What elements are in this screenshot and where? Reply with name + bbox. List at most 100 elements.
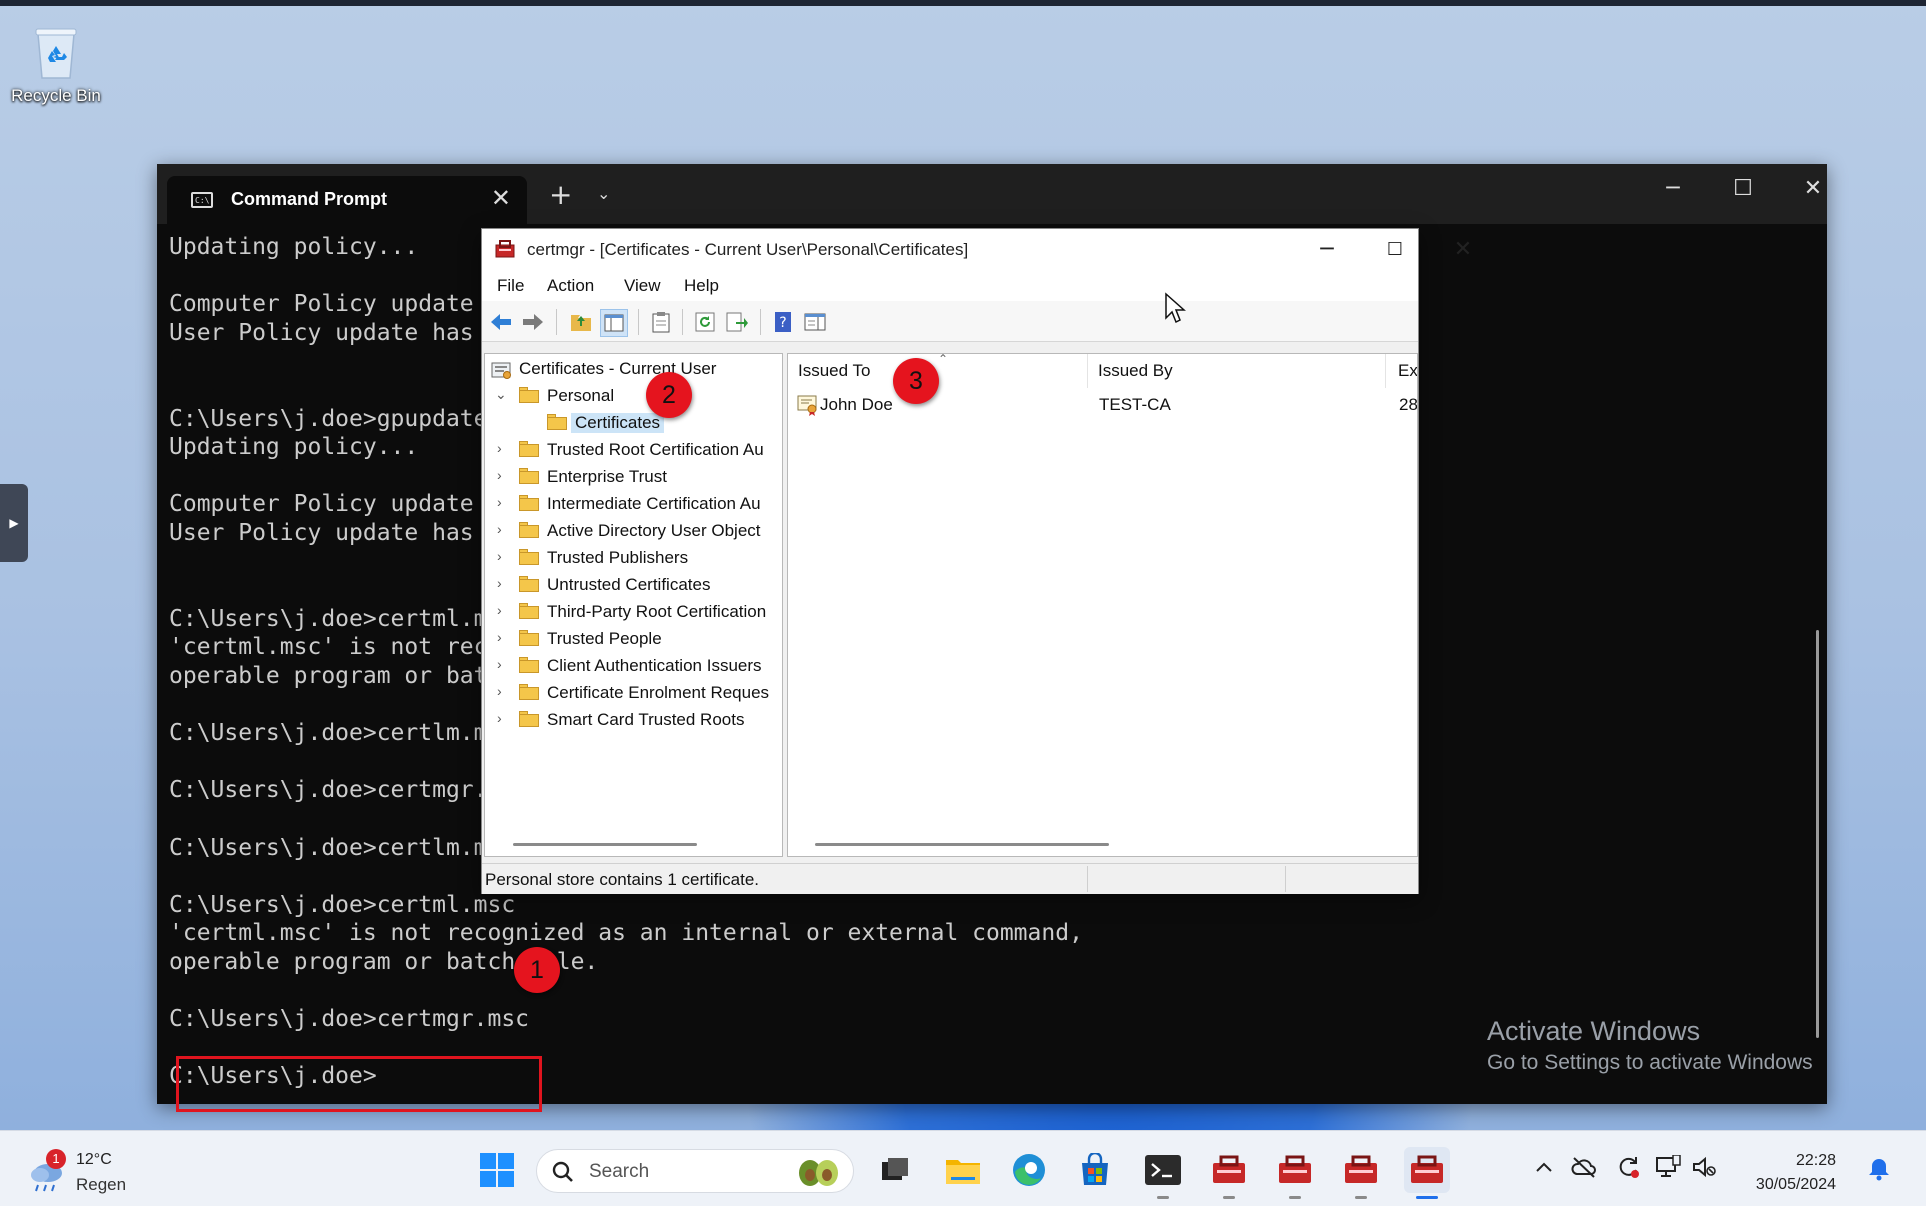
folder-icon xyxy=(519,711,539,727)
tree-item-store[interactable]: › Active Directory User Object xyxy=(485,518,782,544)
certmgr-titlebar[interactable]: certmgr - [Certificates - Current User\P… xyxy=(482,229,1472,271)
certmgr-taskbar-icon-1[interactable] xyxy=(1206,1147,1252,1199)
certmgr-taskbar-icon-2[interactable] xyxy=(1272,1147,1318,1199)
clipboard-icon[interactable] xyxy=(648,309,674,335)
chevron-right-icon[interactable]: › xyxy=(497,575,511,591)
tree-item-store[interactable]: › Enterprise Trust xyxy=(485,464,782,490)
tree-item-label: Personal xyxy=(547,386,615,405)
chevron-right-icon[interactable]: › xyxy=(497,710,511,726)
refresh-icon[interactable] xyxy=(692,309,718,335)
close-button[interactable]: ✕ xyxy=(1793,176,1833,201)
network-icon[interactable] xyxy=(1654,1153,1682,1181)
microsoft-store-icon[interactable] xyxy=(1072,1147,1118,1193)
tree-item-store[interactable]: › Trusted Publishers xyxy=(485,545,782,571)
menu-file[interactable]: File xyxy=(497,276,524,296)
tree-item-store[interactable]: › Smart Card Trusted Roots xyxy=(485,707,782,733)
step-marker-3: 3 xyxy=(893,358,939,404)
tab-dropdown-chevron-icon[interactable]: ⌄ xyxy=(597,184,610,203)
maximize-button[interactable]: ☐ xyxy=(1723,176,1763,201)
weather-alert-badge: 1 xyxy=(46,1149,66,1169)
start-button[interactable] xyxy=(474,1147,520,1193)
back-arrow-icon[interactable] xyxy=(488,309,514,335)
edge-browser-icon[interactable] xyxy=(1006,1147,1052,1193)
chevron-up-icon[interactable] xyxy=(1530,1153,1558,1181)
terminal-line: 'certml.msc' is not rec xyxy=(169,634,488,661)
recycle-bin-label: Recycle Bin xyxy=(11,86,101,105)
search-icon xyxy=(551,1160,575,1188)
chevron-right-icon[interactable]: › xyxy=(497,548,511,564)
chevron-right-icon[interactable]: › xyxy=(497,683,511,699)
new-tab-button[interactable]: + xyxy=(549,178,572,211)
tree-item-store[interactable]: › Client Authentication Issuers xyxy=(485,653,782,679)
cloud-offline-icon[interactable] xyxy=(1570,1153,1598,1181)
column-header-expiration[interactable]: Ex xyxy=(1386,354,1417,388)
activate-windows-watermark: Activate Windows Go to Settings to activ… xyxy=(1487,1016,1813,1075)
chevron-right-icon[interactable]: › xyxy=(497,494,511,510)
cell-issued-by: TEST-CA xyxy=(1099,395,1171,414)
tree-item-store[interactable]: › Trusted Root Certification Au xyxy=(485,437,782,463)
terminal-scrollbar[interactable] xyxy=(1816,630,1819,1038)
menu-help[interactable]: Help xyxy=(684,276,719,296)
terminal-line: 'certml.msc' is not recognized as an int… xyxy=(169,920,1083,947)
forward-arrow-icon[interactable] xyxy=(520,309,546,335)
taskbar-search[interactable]: Search xyxy=(536,1149,854,1193)
side-panel-handle[interactable]: ▶ xyxy=(0,484,28,562)
tree-item-store[interactable]: › Untrusted Certificates xyxy=(485,572,782,598)
tree-item-label: Third-Party Root Certification xyxy=(547,602,767,621)
list-horizontal-scrollbar[interactable] xyxy=(815,843,1109,846)
certmgr-close-button[interactable]: ✕ xyxy=(1438,233,1488,267)
tree-item-personal[interactable]: ⌄ Personal xyxy=(485,383,782,409)
tree-item-label: Trusted People xyxy=(547,629,662,648)
menu-view[interactable]: View xyxy=(624,276,661,296)
chevron-right-icon[interactable]: › xyxy=(497,521,511,537)
certmgr-minimize-button[interactable]: ─ xyxy=(1302,233,1352,267)
volume-muted-icon[interactable] xyxy=(1690,1153,1718,1181)
tab-command-prompt[interactable]: C:\ Command Prompt ✕ xyxy=(167,176,527,224)
certmgr-taskbar-icon-active[interactable] xyxy=(1404,1147,1450,1199)
up-folder-icon[interactable] xyxy=(568,309,594,335)
tree-item-certificates[interactable]: Certificates xyxy=(485,410,782,436)
show-hide-tree-icon[interactable] xyxy=(600,309,628,337)
search-placeholder: Search xyxy=(589,1161,650,1182)
certmgr-taskbar-icon-3[interactable] xyxy=(1338,1147,1384,1199)
terminal-app-icon[interactable] xyxy=(1140,1147,1186,1199)
folder-icon xyxy=(519,549,539,565)
column-header-issued-by[interactable]: Issued By xyxy=(1088,354,1386,388)
file-explorer-icon[interactable] xyxy=(940,1147,986,1193)
tree-item-store[interactable]: › Third-Party Root Certification xyxy=(485,599,782,625)
chevron-right-icon[interactable]: › xyxy=(497,602,511,618)
help-icon[interactable]: ? xyxy=(770,309,796,335)
export-list-icon[interactable] xyxy=(724,309,750,335)
system-clock[interactable]: 22:28 30/05/2024 xyxy=(1754,1149,1836,1197)
chevron-right-icon[interactable]: › xyxy=(497,629,511,645)
tree-item-certificates-current-user[interactable]: Certificates - Current User xyxy=(485,356,782,382)
certmgr-maximize-button[interactable]: ☐ xyxy=(1370,233,1420,267)
chevron-right-icon[interactable]: › xyxy=(497,440,511,456)
minimize-button[interactable]: ─ xyxy=(1653,176,1693,201)
notification-bell-icon[interactable] xyxy=(1868,1157,1890,1185)
mouse-cursor-icon xyxy=(1164,292,1186,328)
weather-widget[interactable]: 1 12°C Regen xyxy=(28,1149,138,1199)
folder-icon xyxy=(519,603,539,619)
chevron-right-icon[interactable]: › xyxy=(497,656,511,672)
top-strip xyxy=(0,0,1926,6)
recycle-bin-icon xyxy=(34,24,78,80)
recycle-bin[interactable]: Recycle Bin xyxy=(6,20,106,106)
watermark-subtitle: Go to Settings to activate Windows xyxy=(1487,1051,1813,1074)
certmgr-window: certmgr - [Certificates - Current User\P… xyxy=(481,228,1472,894)
tree-item-store[interactable]: › Trusted People xyxy=(485,626,782,652)
certmgr-statusbar: Personal store contains 1 certificate. xyxy=(482,863,1418,894)
task-view-icon[interactable] xyxy=(872,1147,918,1193)
close-tab-icon[interactable]: ✕ xyxy=(491,184,511,212)
tree-item-label: Trusted Root Certification Au xyxy=(547,440,764,459)
step-marker-1: 1 xyxy=(514,947,560,993)
menu-action[interactable]: Action xyxy=(547,276,594,296)
tree-item-store[interactable]: › Certificate Enrolment Reques xyxy=(485,680,782,706)
terminal-line: Computer Policy update xyxy=(169,291,474,318)
tree-item-store[interactable]: › Intermediate Certification Au xyxy=(485,491,782,517)
sync-alert-icon[interactable] xyxy=(1614,1153,1642,1181)
tree-horizontal-scrollbar[interactable] xyxy=(513,843,697,846)
chevron-down-icon[interactable]: ⌄ xyxy=(495,386,509,403)
chevron-right-icon[interactable]: › xyxy=(497,467,511,483)
properties-pane-icon[interactable] xyxy=(802,309,828,335)
